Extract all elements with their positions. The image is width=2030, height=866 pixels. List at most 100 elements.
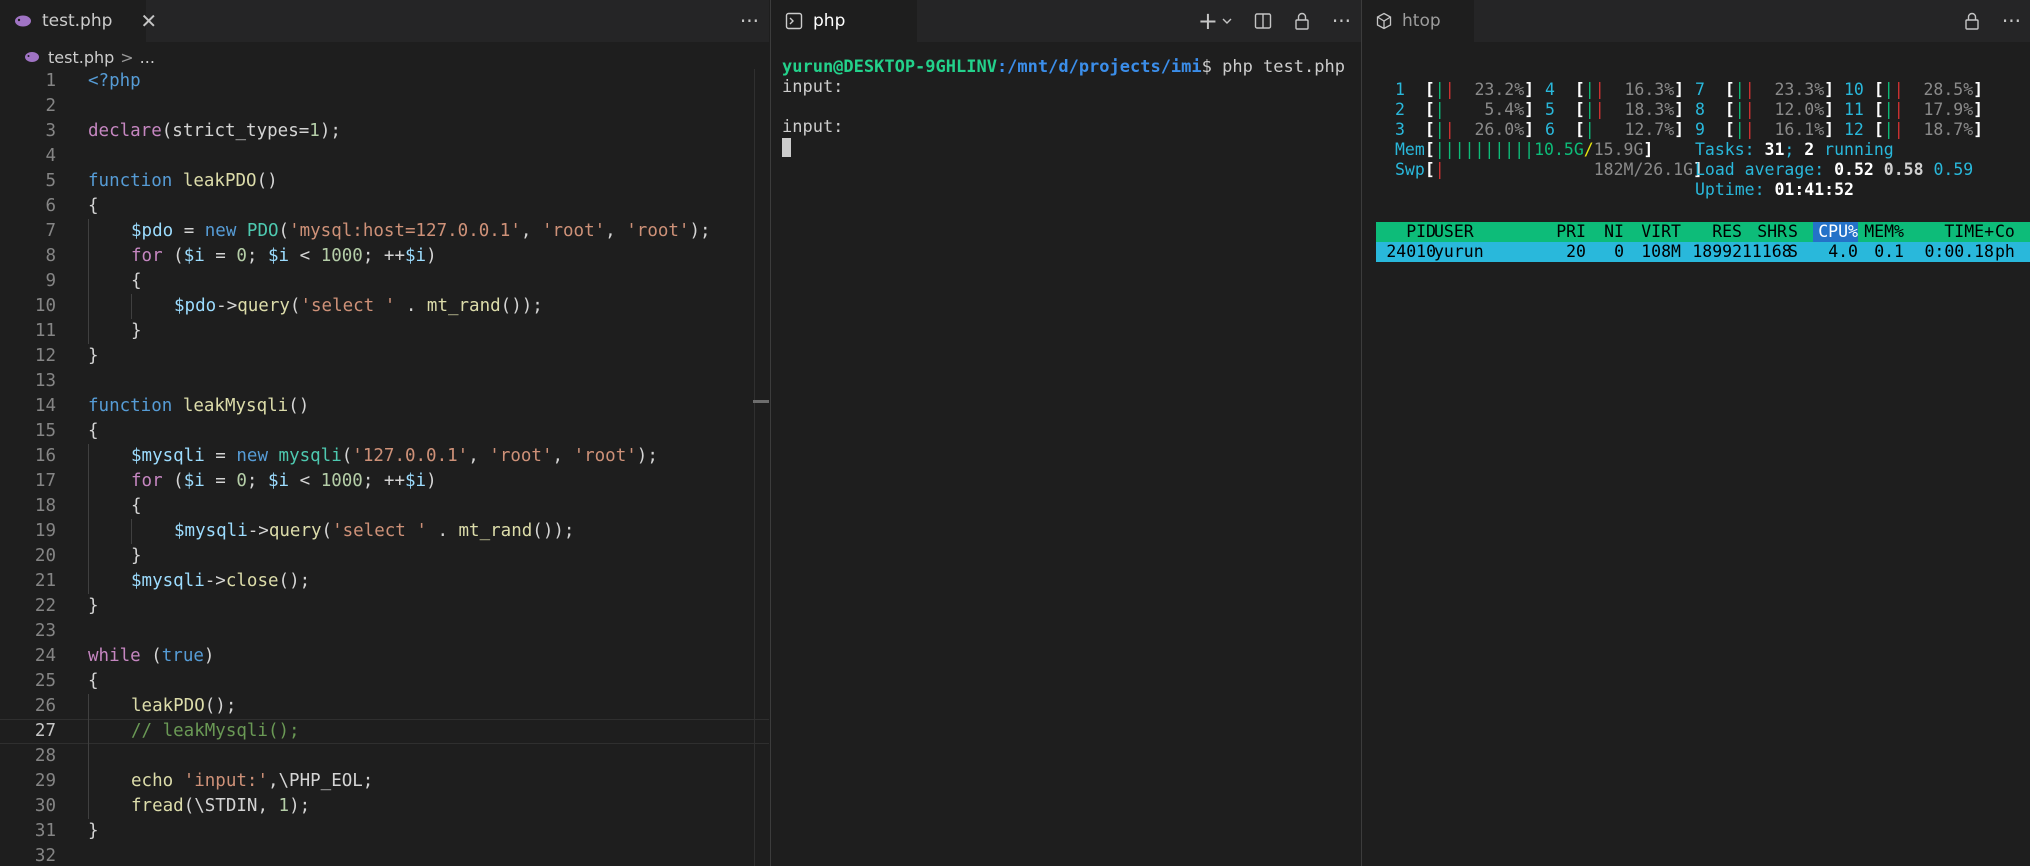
code-line[interactable]: 6{ <box>0 194 769 219</box>
column-header[interactable]: SHR <box>1742 222 1787 242</box>
tab-php-terminal[interactable]: php <box>771 0 917 42</box>
cpu-meter: 11 [|| 17.9%] <box>1844 100 1984 119</box>
code-line[interactable]: 13 <box>0 369 769 394</box>
code-line[interactable]: 32 <box>0 844 769 866</box>
output-line: input: <box>782 77 844 97</box>
process-table-header[interactable]: PID USER PRI NI VIRT RES SHR S CPU% MEM% TIME+ Co <box>1376 222 2030 242</box>
code-line[interactable]: 22} <box>0 594 769 619</box>
column-header[interactable]: S <box>1788 222 1808 242</box>
code-line[interactable]: 5 function leakPDO() <box>0 169 769 194</box>
breadcrumb-file[interactable]: test.php <box>48 48 114 67</box>
code-token: echo <box>131 771 184 791</box>
code-line[interactable]: 27 // leakMysqli(); <box>0 719 769 744</box>
column-header[interactable]: RES <box>1682 222 1742 242</box>
more-actions-icon[interactable]: ··· <box>740 9 759 33</box>
column-header[interactable]: PRI <box>1536 222 1586 242</box>
code-text: $mysqli->close(); <box>131 569 310 594</box>
code-line[interactable]: 1 <?php <box>0 69 769 94</box>
indent-guide <box>88 694 89 719</box>
column-header[interactable]: NI <box>1594 222 1624 242</box>
lock-icon[interactable] <box>1964 12 1980 30</box>
process-cell: 0:00.18 <box>1924 242 1994 261</box>
code-line[interactable]: 9{ <box>0 269 769 294</box>
editor-scrollbar[interactable] <box>754 69 769 866</box>
indent-guide <box>131 519 132 544</box>
code-line[interactable]: 17 for ($i = 0; $i < 1000; ++$i) <box>0 469 769 494</box>
split-editor-icon[interactable] <box>1254 12 1272 30</box>
code-line[interactable]: 26 leakPDO(); <box>0 694 769 719</box>
code-line[interactable]: 20} <box>0 544 769 569</box>
code-line[interactable]: 14 function leakMysqli() <box>0 394 769 419</box>
code-token: 'input:' <box>183 771 268 791</box>
column-header[interactable]: PID <box>1376 222 1436 242</box>
code-text: // leakMysqli(); <box>131 719 300 744</box>
cpu-meter: 5 [|| 18.3%] <box>1545 100 1685 119</box>
code-line[interactable]: 15 { <box>0 419 769 444</box>
code-token: leakMysqli <box>182 396 289 416</box>
line-number: 8 <box>45 246 56 266</box>
code-line[interactable]: 3 declare(strict_types=1); <box>0 119 769 144</box>
code-line[interactable]: 30 fread(\STDIN, 1); <box>0 794 769 819</box>
memory-meter: Mem[||||||||||10.5G/15.9G] <box>1395 140 1654 159</box>
code-line[interactable]: 29 echo 'input:',\PHP_EOL; <box>0 769 769 794</box>
code-token: 'select ' <box>332 521 427 541</box>
line-number: 3 <box>45 121 56 141</box>
code-line[interactable]: 21 $mysqli->close(); <box>0 569 769 594</box>
process-cell: 20 <box>1566 242 1586 261</box>
code-line[interactable]: 25 { <box>0 669 769 694</box>
tab-test-php[interactable]: test.php ✕ <box>0 0 157 42</box>
code-line[interactable]: 12} <box>0 344 769 369</box>
column-header[interactable]: CPU% <box>1813 222 1858 242</box>
line-number: 22 <box>34 596 56 616</box>
code-line[interactable]: 28 <box>0 744 769 769</box>
indent-guide <box>88 294 89 319</box>
new-terminal-icon[interactable]: + <box>1198 7 1232 35</box>
cpu-meter-column: 4 [|| 16.3%] 5 [|| 18.3%] 6 [| 12.7%] <box>1545 80 1684 140</box>
line-number: 7 <box>45 221 56 241</box>
code-text: } <box>88 819 99 844</box>
lock-icon[interactable] <box>1294 12 1310 30</box>
code-token: $i <box>183 246 205 266</box>
column-header[interactable]: VIRT <box>1626 222 1681 242</box>
more-actions-icon[interactable]: ··· <box>2002 9 2021 33</box>
code-line[interactable]: 16 $mysqli = new mysqli('127.0.0.1', 'roo… <box>0 444 769 469</box>
column-header[interactable]: TIME+ <box>1912 222 1994 242</box>
column-header[interactable]: USER <box>1434 222 1534 242</box>
cpu-id: 12 <box>1844 120 1864 139</box>
breadcrumb-symbol[interactable]: ... <box>140 48 155 67</box>
scrollbar-position-marker <box>753 400 769 403</box>
code-line[interactable]: 19 $mysqli->query('select ' . mt_rand()); <box>0 519 769 544</box>
code-line[interactable]: 24 while (true) <box>0 644 769 669</box>
code-line[interactable]: 4 <box>0 144 769 169</box>
code-line[interactable]: 10 $pdo->query('select ' . mt_rand()); <box>0 294 769 319</box>
output-line: input: <box>782 117 844 137</box>
code-token: } <box>131 546 142 566</box>
code-line[interactable]: 11} <box>0 319 769 344</box>
close-icon[interactable]: ✕ <box>140 9 157 33</box>
code-text: function leakPDO() <box>88 169 278 194</box>
code-text: fread(\STDIN, 1); <box>131 794 310 819</box>
code-line[interactable]: 8 for ($i = 0; $i < 1000; ++$i) <box>0 244 769 269</box>
load-average: Load average: 0.52 0.58 0.59 <box>1695 160 1973 180</box>
code-token: = <box>204 246 237 266</box>
code-line[interactable]: 23 <box>0 619 769 644</box>
line-number: 32 <box>34 846 56 866</box>
indent-guide <box>88 744 89 769</box>
terminal-output[interactable]: yurun@DESKTOP-9GHLINV:/mnt/d/projects/im… <box>782 57 1345 157</box>
tab-htop[interactable]: htop <box>1362 0 1474 42</box>
code-token: ; <box>246 246 268 266</box>
column-header[interactable]: Co <box>1995 222 2015 242</box>
more-actions-icon[interactable]: ··· <box>1332 9 1351 33</box>
process-row-selected[interactable]: 24010 yurun 20 0 108M 18992 11168 S 4.0 0.1 0:00.1… <box>1376 242 2030 262</box>
code-editor[interactable]: 1 <?php 2 3 declare(strict_types=1); 4 5 functi… <box>0 69 769 866</box>
code-token: $i <box>405 471 427 491</box>
code-text: $pdo->query('select ' . mt_rand()); <box>174 294 543 319</box>
line-number: 10 <box>34 296 56 316</box>
column-header[interactable]: MEM% <box>1859 222 1904 242</box>
code-line[interactable]: 18 { <box>0 494 769 519</box>
line-number: 20 <box>34 546 56 566</box>
code-line[interactable]: 7 $pdo = new PDO('mysql:host=127.0.0.1', … <box>0 219 769 244</box>
code-line[interactable]: 2 <box>0 94 769 119</box>
process-cell: 108M <box>1641 242 1681 261</box>
code-line[interactable]: 31} <box>0 819 769 844</box>
